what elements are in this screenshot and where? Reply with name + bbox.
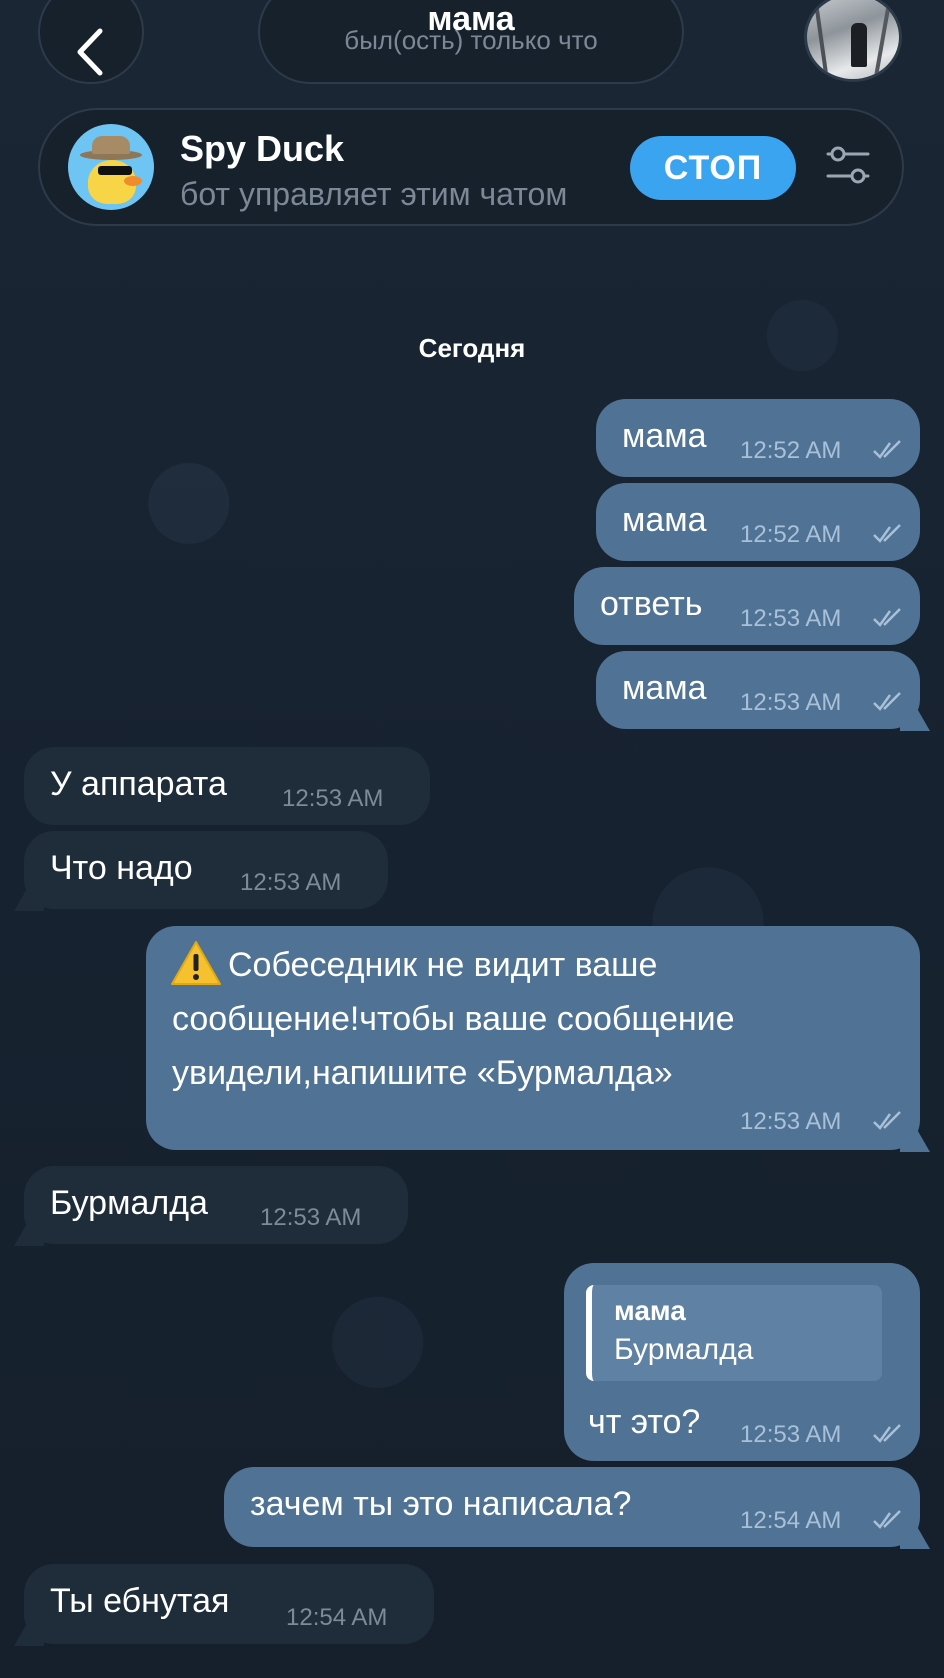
message-text: У аппарата: [50, 765, 227, 803]
message-text: Бурмалда: [50, 1184, 208, 1222]
message-bubble-outgoing[interactable]: мама Бурмалда чт это? 12:53 AM: [564, 1263, 920, 1461]
double-check-icon: [873, 524, 901, 543]
message-bubble-incoming[interactable]: Что надо 12:53 AM: [14, 831, 388, 911]
message-text: мама: [622, 501, 707, 539]
bot-avatar[interactable]: [68, 124, 154, 210]
message-text: зачем ты это написала?: [250, 1485, 632, 1523]
message-bubble-outgoing[interactable]: мама 12:53 AM: [596, 651, 930, 731]
message-bubble-outgoing[interactable]: Собеседник не видит ваше сообщение!чтобы…: [146, 926, 930, 1152]
message-time: 12:53 AM: [240, 869, 342, 896]
message-time: 12:53 AM: [740, 1421, 842, 1448]
message-bubble-outgoing[interactable]: мама 12:52 AM: [596, 483, 920, 561]
double-check-icon: [873, 1424, 901, 1443]
chat-title[interactable]: мама был(ость) только что: [258, 0, 684, 84]
message-text: ответь: [600, 585, 703, 623]
message-text: Что надо: [50, 849, 193, 887]
reply-text: Бурмалда: [614, 1333, 754, 1366]
message-time: 12:53 AM: [740, 605, 842, 632]
message-time: 12:53 AM: [740, 1108, 842, 1135]
message-text: мама: [622, 669, 707, 707]
message-bubble-incoming[interactable]: Бурмалда 12:53 AM: [14, 1166, 408, 1246]
double-check-icon: [873, 608, 901, 627]
double-check-icon: [873, 692, 901, 711]
bot-subtitle: бот управляет этим чатом: [180, 176, 568, 212]
message-text: Ты ебнутая: [50, 1582, 230, 1620]
bot-name: Spy Duck: [180, 128, 345, 169]
double-check-icon: [873, 440, 901, 459]
bot-control-bar: Spy Duck бот управляет этим чатом СТОП: [38, 108, 904, 226]
reply-quote[interactable]: мама Бурмалда: [586, 1285, 882, 1381]
message-bubble-incoming[interactable]: У аппарата 12:53 AM: [24, 747, 430, 825]
date-separator: Сегодня: [418, 333, 526, 363]
message-bubble-outgoing[interactable]: мама 12:52 AM: [596, 399, 920, 477]
message-text: мама: [622, 417, 707, 455]
message-bubble-incoming[interactable]: Ты ебнутая 12:54 AM: [14, 1564, 434, 1646]
sliders-icon[interactable]: [826, 142, 870, 188]
message-time: 12:52 AM: [740, 521, 842, 548]
double-check-icon: [873, 1111, 901, 1130]
message-time: 12:53 AM: [260, 1204, 362, 1231]
message-time: 12:54 AM: [740, 1507, 842, 1534]
message-bubble-outgoing[interactable]: зачем ты это написала? 12:54 AM: [224, 1467, 930, 1549]
message-text-line: сообщение!чтобы ваше сообщение: [172, 1000, 735, 1038]
message-time: 12:53 AM: [740, 689, 842, 716]
message-bubble-outgoing[interactable]: ответь 12:53 AM: [574, 567, 920, 645]
stop-bot-button[interactable]: СТОП: [630, 136, 796, 200]
chevron-left-icon: [77, 28, 103, 76]
double-check-icon: [873, 1510, 901, 1529]
message-time: 12:54 AM: [286, 1604, 388, 1631]
message-text: чт это?: [588, 1403, 701, 1441]
reply-sender: мама: [614, 1295, 686, 1326]
message-text-line: Собеседник не видит ваше: [228, 946, 658, 984]
message-time: 12:53 AM: [282, 785, 384, 812]
message-time: 12:52 AM: [740, 437, 842, 464]
contact-status: был(ость) только что: [344, 25, 598, 55]
message-text-line: увидели,напишите «Бурмалда»: [172, 1054, 673, 1092]
warning-icon: [171, 941, 221, 985]
